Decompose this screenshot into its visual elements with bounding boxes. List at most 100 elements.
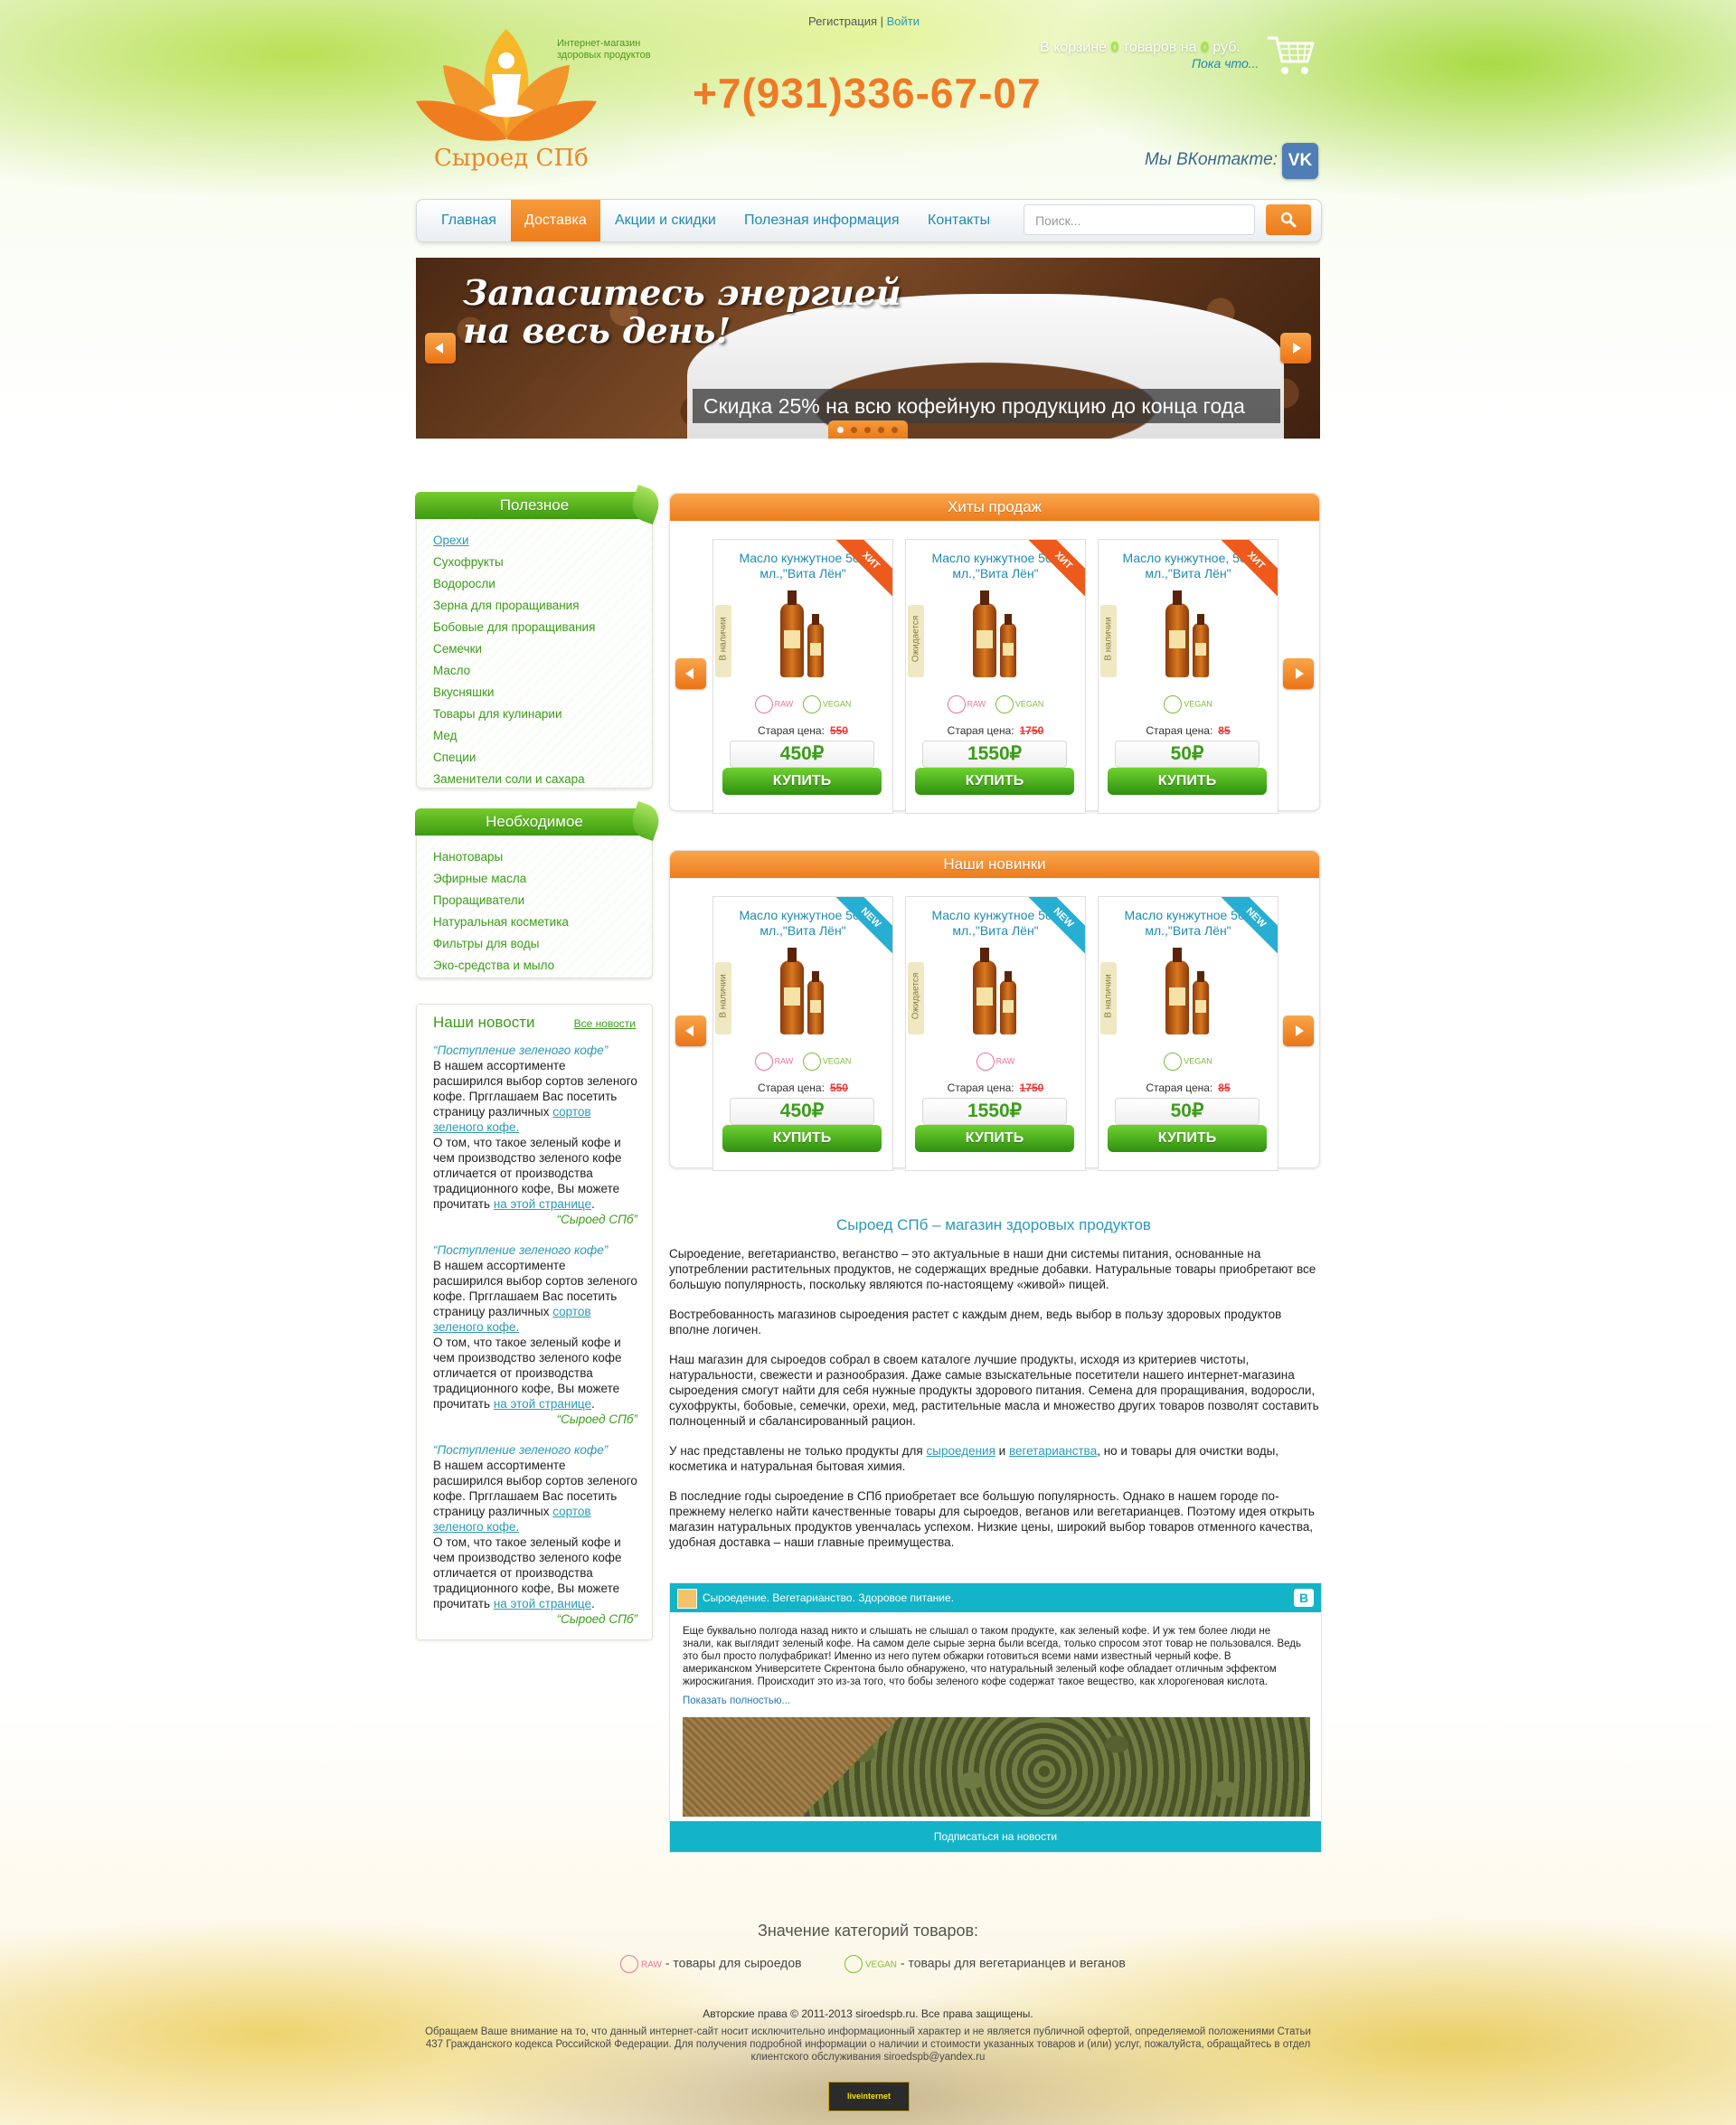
banner-dot[interactable]	[878, 427, 884, 433]
liveinternet-counter[interactable]: liveinternet	[828, 2082, 910, 2111]
old-price: Старая цена: 85	[1146, 724, 1231, 737]
sidebar-item-oil[interactable]: Масло	[433, 660, 595, 682]
news-link[interactable]: на этой странице	[494, 1597, 591, 1610]
sidebar-item-spices[interactable]: Специи	[433, 747, 595, 769]
all-news-link[interactable]: Все новости	[574, 1017, 636, 1030]
oil-bottle-image	[1165, 590, 1189, 677]
banner-dot[interactable]	[851, 427, 857, 433]
product-card[interactable]: Масло кунжутное 500 мл.,"Вита Лён" ХИТ В…	[712, 539, 893, 814]
availability-badge: В наличии	[715, 962, 731, 1034]
buy-button[interactable]: КУПИТЬ	[1108, 1125, 1267, 1152]
product-card[interactable]: Масло кунжутное 500 мл.,"Вита Лён" NEW О…	[905, 896, 1086, 1171]
sidebar-item-honey[interactable]: Мед	[433, 725, 595, 747]
product-card[interactable]: Масло кунжутное 500 мл.,"Вита Лён" NEW В…	[712, 896, 893, 1171]
buy-button[interactable]: КУПИТЬ	[1108, 768, 1267, 795]
raw-tag-icon: RAW	[947, 695, 986, 713]
vegetarian-link[interactable]: вегетарианства	[1009, 1444, 1097, 1458]
bestsellers-block: Хиты продаж Масло кунжутное 500 мл.,"Вит…	[669, 493, 1320, 814]
sidebar-item-sprouting-grains[interactable]: Зерна для проращивания	[433, 595, 595, 617]
sidebar-item-sprouters[interactable]: Проращиватели	[433, 890, 569, 911]
new-products-prev-arrow-icon[interactable]	[675, 1015, 706, 1046]
oil-bottle-image	[973, 948, 996, 1034]
group-avatar[interactable]	[677, 1589, 697, 1609]
nav-item-useful-info[interactable]: Полезная информация	[731, 200, 913, 241]
sidebar-item-seaweed[interactable]: Водоросли	[433, 573, 595, 595]
cart-middle: товаров на	[1122, 40, 1197, 55]
new-products-next-arrow-icon[interactable]	[1283, 1015, 1314, 1046]
login-link[interactable]: Войти	[887, 14, 920, 28]
auth-separator: |	[880, 14, 884, 28]
banner-dot[interactable]	[864, 427, 871, 433]
sidebar-item-nanogoods[interactable]: Нанотовары	[433, 846, 569, 868]
new-products-block: Наши новинки Масло кунжутное 500 мл.,"Ви…	[669, 850, 1320, 1171]
news-headline[interactable]: “Поступление зеленого кофе”	[433, 1442, 637, 1458]
bestsellers-prev-arrow-icon[interactable]	[675, 658, 706, 689]
old-price-value: 1750	[1019, 1081, 1044, 1094]
about-paragraph: Сыроедение, вегетарианство, веганство – …	[669, 1247, 1316, 1291]
sidebar-item-cooking[interactable]: Товары для кулинарии	[433, 704, 595, 725]
buy-button[interactable]: КУПИТЬ	[915, 768, 1074, 795]
availability-text: В наличии	[1103, 617, 1114, 661]
banner-prev-arrow-icon[interactable]	[425, 333, 456, 364]
sidebar-item-sugar-substitutes[interactable]: Заменители соли и сахара	[433, 769, 595, 790]
sidebar-item-sprouting-legumes[interactable]: Бобовые для проращивания	[433, 617, 595, 638]
nav-item-home[interactable]: Главная	[428, 200, 510, 241]
search-button[interactable]	[1266, 204, 1311, 235]
oil-bottle-small-image	[1000, 614, 1016, 677]
green-coffee-image[interactable]	[683, 1717, 1310, 1817]
about-title: Сыроед СПб – магазин здоровых продуктов	[836, 1216, 1151, 1233]
cart-summary[interactable]: В корзине 0 товаров на 0 руб.	[1040, 40, 1241, 56]
product-tags: RAW VEGAN	[713, 1053, 892, 1071]
vk-show-more-link[interactable]: Показать полностью...	[683, 1695, 790, 1706]
sidebar-item-essential-oils[interactable]: Эфирные масла	[433, 868, 569, 890]
news-text: В нашем ассортименте расширился выбор со…	[433, 1059, 637, 1119]
vk-label: Мы ВКонтакте:	[1145, 150, 1278, 169]
product-price: 450₽	[730, 1098, 874, 1125]
subscribe-button[interactable]: Подписаться на новости	[670, 1821, 1321, 1852]
news-link[interactable]: на этой странице	[494, 1397, 591, 1411]
sidebar-item-natural-cosmetics[interactable]: Натуральная косметика	[433, 911, 569, 933]
news-headline[interactable]: “Поступление зеленого кофе”	[433, 1242, 637, 1258]
vk-group-name[interactable]: Сыроедение. Вегетарианство. Здоровое пит…	[703, 1583, 954, 1612]
nav-item-delivery[interactable]: Доставка	[511, 200, 600, 241]
about-paragraph: У нас представлены не только продукты дл…	[669, 1444, 1279, 1473]
raw-food-link[interactable]: сыроедения	[927, 1444, 995, 1458]
vk-icon[interactable]: VK	[1282, 143, 1318, 179]
search-input[interactable]: Поиск...	[1024, 204, 1255, 235]
sidebar-item-seeds[interactable]: Семечки	[433, 638, 595, 660]
sidebar-item-treats[interactable]: Вкусняшки	[433, 682, 595, 704]
nav-item-promotions[interactable]: Акции и скидки	[601, 200, 730, 241]
sidebar-useful: Полезное Орехи Сухофрукты Водоросли Зерн…	[415, 484, 665, 790]
old-price: Старая цена: 85	[1146, 1081, 1231, 1094]
banner-dot[interactable]	[892, 427, 898, 433]
sidebar-item-eco-soap[interactable]: Эко-средства и мыло	[433, 955, 569, 977]
product-price: 1550₽	[922, 741, 1067, 768]
vk-logo-icon[interactable]: В	[1294, 1589, 1314, 1607]
cart-icon[interactable]	[1266, 33, 1316, 78]
product-card[interactable]: Масло кунжутное 500 мл.,"Вита Лён" NEW В…	[1098, 896, 1278, 1171]
nav-item-contacts[interactable]: Контакты	[914, 200, 1004, 241]
banner-title-line2: на весь день!	[463, 310, 731, 351]
buy-button[interactable]: КУПИТЬ	[722, 768, 882, 795]
news-link[interactable]: на этой странице	[494, 1197, 591, 1211]
banner-next-arrow-icon[interactable]	[1280, 333, 1311, 364]
product-card[interactable]: Масло кунжутное 500 мл.,"Вита Лён" ХИТ О…	[905, 539, 1086, 814]
availability-badge: В наличии	[715, 605, 731, 677]
product-price: 450₽	[730, 741, 874, 768]
raw-tag-icon: RAW	[754, 1053, 793, 1071]
buy-button[interactable]: КУПИТЬ	[722, 1125, 882, 1152]
promo-banner[interactable]: Запаситесь энергией на весь день! Скидка…	[416, 258, 1320, 439]
register-link[interactable]: Регистрация	[808, 14, 877, 28]
banner-dot[interactable]	[837, 427, 844, 433]
news-headline[interactable]: “Поступление зеленого кофе”	[433, 1043, 637, 1058]
news-text-end: .	[591, 1597, 595, 1610]
buy-button[interactable]: КУПИТЬ	[915, 1125, 1074, 1152]
product-card[interactable]: Масло кунжутное, 500 мл.,"Вита Лён" ХИТ …	[1098, 539, 1278, 814]
availability-text: В наличии	[1103, 974, 1114, 1018]
availability-text: Ожидается	[910, 615, 921, 663]
banner-caption: Скидка 25% на всю кофейную продукцию до …	[693, 389, 1280, 423]
sidebar-item-dried-fruits[interactable]: Сухофрукты	[433, 552, 595, 573]
sidebar-item-water-filters[interactable]: Фильтры для воды	[433, 933, 569, 955]
bestsellers-next-arrow-icon[interactable]	[1283, 658, 1314, 689]
sidebar-item-nuts[interactable]: Орехи	[433, 530, 595, 552]
